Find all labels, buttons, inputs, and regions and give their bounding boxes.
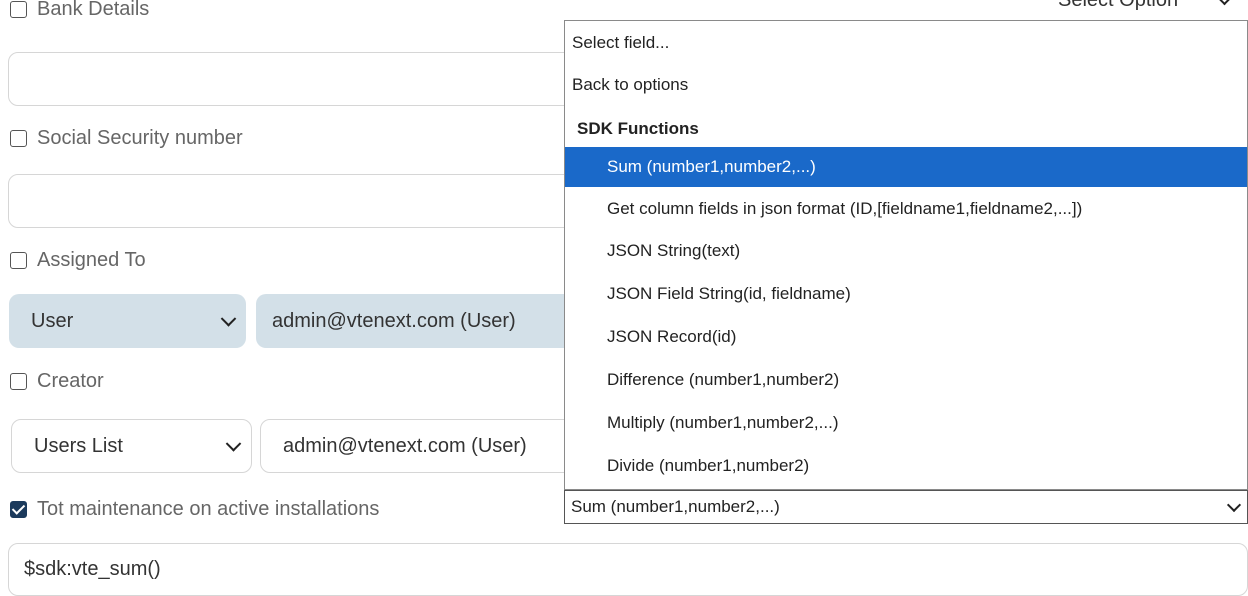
tot-maintenance-checkbox[interactable] bbox=[10, 501, 27, 518]
bank-details-label: Bank Details bbox=[37, 0, 150, 20]
social-security-checkbox[interactable] bbox=[10, 130, 27, 147]
option-divide[interactable]: Divide (number1,number2) bbox=[565, 446, 1247, 486]
function-select[interactable]: Sum (number1,number2,...) bbox=[564, 490, 1248, 524]
assigned-to-type-select[interactable]: User bbox=[9, 294, 246, 348]
tot-maintenance-input[interactable]: $sdk:vte_sum() bbox=[8, 543, 1248, 596]
assigned-to-user-value: admin@vtenext.com (User) bbox=[272, 309, 516, 332]
function-select-value: Sum (number1,number2,...) bbox=[571, 497, 780, 516]
option-select-field[interactable]: Select field... bbox=[565, 23, 1247, 63]
option-get-column-fields[interactable]: Get column fields in json format (ID,[fi… bbox=[565, 189, 1247, 229]
creator-type-value: Users List bbox=[34, 434, 123, 457]
chevron-down-icon bbox=[225, 436, 242, 452]
creator-checkbox[interactable] bbox=[10, 373, 27, 390]
select-option-label: Select Option bbox=[1058, 0, 1179, 11]
tot-maintenance-value: $sdk:vte_sum() bbox=[24, 558, 161, 580]
bank-details-row: Bank Details bbox=[10, 0, 149, 21]
assigned-to-checkbox[interactable] bbox=[10, 252, 27, 269]
creator-user-value: admin@vtenext.com (User) bbox=[283, 434, 527, 457]
select-option-dropdown[interactable]: Select Option bbox=[1058, 0, 1248, 20]
assigned-to-label: Assigned To bbox=[37, 249, 146, 271]
bank-details-checkbox[interactable] bbox=[10, 1, 27, 18]
option-difference[interactable]: Difference (number1,number2) bbox=[565, 360, 1247, 400]
tot-maintenance-label: Tot maintenance on active installations bbox=[37, 498, 380, 520]
social-security-label: Social Security number bbox=[37, 127, 243, 149]
creator-type-select[interactable]: Users List bbox=[11, 419, 252, 473]
social-security-row: Social Security number bbox=[10, 127, 243, 150]
option-multiply[interactable]: Multiply (number1,number2,...) bbox=[565, 403, 1247, 443]
creator-row: Creator bbox=[10, 370, 104, 393]
option-json-string[interactable]: JSON String(text) bbox=[565, 231, 1247, 271]
option-json-record[interactable]: JSON Record(id) bbox=[565, 317, 1247, 357]
option-back-to-options[interactable]: Back to options bbox=[565, 65, 1247, 105]
option-group-sdk-functions: SDK Functions bbox=[577, 119, 699, 138]
assigned-to-type-value: User bbox=[31, 309, 74, 332]
assigned-to-row: Assigned To bbox=[10, 249, 146, 272]
chevron-down-icon bbox=[1226, 497, 1242, 513]
option-json-field-string[interactable]: JSON Field String(id, fieldname) bbox=[565, 274, 1247, 314]
assigned-to-user-select[interactable]: admin@vtenext.com (User) bbox=[256, 294, 586, 348]
chevron-down-icon bbox=[220, 311, 237, 327]
function-dropdown-list: Select field... Back to options SDK Func… bbox=[564, 20, 1248, 490]
option-sum[interactable]: Sum (number1,number2,...) bbox=[565, 147, 1247, 187]
tot-maintenance-row: Tot maintenance on active installations bbox=[10, 498, 379, 521]
creator-user-select[interactable]: admin@vtenext.com (User) bbox=[260, 419, 590, 473]
creator-label: Creator bbox=[37, 370, 104, 392]
chevron-down-icon bbox=[1216, 0, 1233, 6]
